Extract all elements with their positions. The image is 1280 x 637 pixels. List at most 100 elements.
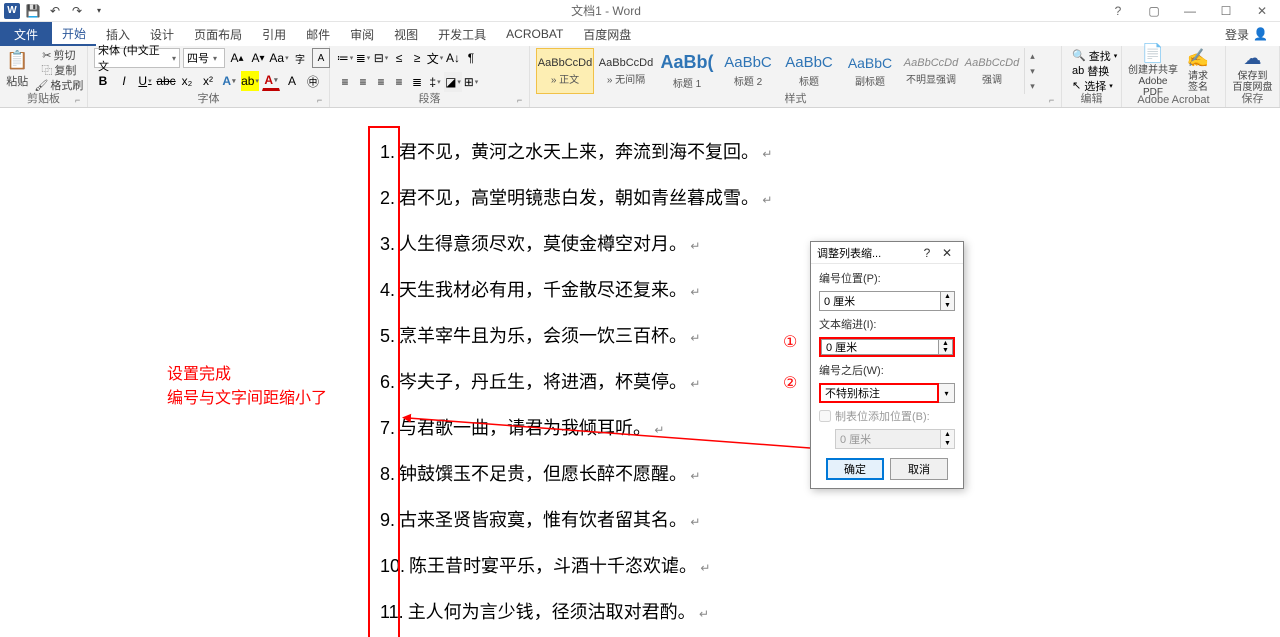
style-item[interactable]: AaBb(标题 1 xyxy=(658,48,716,94)
borders-button[interactable]: ⊞▾ xyxy=(462,72,480,92)
justify-button[interactable]: ≡ xyxy=(390,72,408,92)
number-position-input[interactable] xyxy=(819,291,941,311)
multilevel-list-button[interactable]: ⊟▾ xyxy=(372,48,390,68)
text-indent-input[interactable] xyxy=(821,339,939,355)
style-item[interactable]: AaBbC标题 2 xyxy=(719,48,777,94)
document-line[interactable]: 10.陈王昔时宴平乐，斗酒十千恣欢谑。 ↵ xyxy=(380,542,1010,588)
ribbon: 📋 粘贴 ✂剪切 ⿻复制 🖌格式刷 剪贴板 ⌐ 宋体 (中文正文▾ 四号▾ A▴… xyxy=(0,46,1280,108)
font-color-button[interactable]: A▾ xyxy=(262,71,280,91)
sort-button[interactable]: A↓ xyxy=(444,48,462,68)
cancel-button[interactable]: 取消 xyxy=(890,458,948,480)
document-area[interactable]: 1.君不见，黄河之水天上来，奔流到海不复回。 ↵2.君不见，高堂明镜悲白发，朝如… xyxy=(0,108,1280,637)
style-item[interactable]: AaBbC标题 xyxy=(780,48,838,94)
follow-number-input[interactable] xyxy=(819,383,939,403)
style-item[interactable]: AaBbCcDd强调 xyxy=(963,48,1021,94)
login-link[interactable]: 登录👤 xyxy=(1213,22,1280,46)
decrease-indent-button[interactable]: ≤ xyxy=(390,48,408,68)
cut-button[interactable]: ✂剪切 xyxy=(31,48,86,62)
italic-button[interactable]: I xyxy=(115,71,133,91)
save-icon[interactable]: 💾 xyxy=(24,2,42,20)
style-item[interactable]: AaBbCcDd» 无间隔 xyxy=(597,48,655,94)
dialog-close-icon[interactable]: ✕ xyxy=(937,246,957,260)
tab-home[interactable]: 开始 xyxy=(52,22,96,46)
font-size-combo[interactable]: 四号▾ xyxy=(183,48,225,68)
font-name-combo[interactable]: 宋体 (中文正文▾ xyxy=(94,48,180,68)
tab-layout[interactable]: 页面布局 xyxy=(184,22,252,46)
bold-button[interactable]: B xyxy=(94,71,112,91)
maximize-icon[interactable]: ☐ xyxy=(1212,1,1240,21)
asian-layout-button[interactable]: 文▾ xyxy=(426,48,444,68)
undo-icon[interactable]: ↶ xyxy=(46,2,64,20)
distribute-button[interactable]: ≣ xyxy=(408,72,426,92)
spin-down-icon[interactable]: ▼ xyxy=(941,301,954,310)
highlight-button[interactable]: ab▾ xyxy=(241,71,259,91)
tab-baidu[interactable]: 百度网盘 xyxy=(573,22,641,46)
char-shading-button[interactable]: A xyxy=(283,71,301,91)
text-indent-spinner[interactable]: ▲▼ xyxy=(819,337,955,357)
superscript-button[interactable]: x² xyxy=(199,71,217,91)
numbering-button[interactable]: ≣▾ xyxy=(354,48,372,68)
tab-acrobat[interactable]: ACROBAT xyxy=(496,22,573,46)
bullets-button[interactable]: ≔▾ xyxy=(336,48,354,68)
increase-indent-button[interactable]: ≥ xyxy=(408,48,426,68)
increase-font-button[interactable]: A▴ xyxy=(228,48,246,68)
paste-button[interactable]: 📋 粘贴 xyxy=(6,48,28,90)
close-icon[interactable]: ✕ xyxy=(1248,1,1276,21)
document-line[interactable]: 11.主人何为言少钱，径须沽取对君酌。 ↵ xyxy=(380,588,1010,634)
align-center-button[interactable]: ≡ xyxy=(354,72,372,92)
strikethrough-button[interactable]: abc xyxy=(157,71,175,91)
minimize-icon[interactable]: — xyxy=(1176,1,1204,21)
text-effects-button[interactable]: A▾ xyxy=(220,71,238,91)
decrease-font-button[interactable]: A▾ xyxy=(249,48,267,68)
paragraph-mark-icon: ↵ xyxy=(697,561,710,575)
tab-file[interactable]: 文件 xyxy=(0,22,52,46)
style-item[interactable]: AaBbCcDd不明显强调 xyxy=(902,48,960,94)
help-icon[interactable]: ? xyxy=(1104,1,1132,21)
phonetic-guide-button[interactable]: 字 xyxy=(291,48,309,68)
copy-button[interactable]: ⿻复制 xyxy=(31,63,86,77)
styles-more-button[interactable]: ▴▾▾ xyxy=(1024,48,1040,94)
align-right-button[interactable]: ≡ xyxy=(372,72,390,92)
dialog-launcher-icon[interactable]: ⌐ xyxy=(517,95,527,105)
tab-developer[interactable]: 开发工具 xyxy=(428,22,496,46)
dialog-launcher-icon[interactable]: ⌐ xyxy=(1049,95,1059,105)
request-sign-button[interactable]: ✍请求 签名 xyxy=(1181,48,1215,94)
spin-down-icon[interactable]: ▼ xyxy=(939,347,952,354)
tab-references[interactable]: 引用 xyxy=(252,22,296,46)
dialog-launcher-icon[interactable]: ⌐ xyxy=(317,95,327,105)
ok-button[interactable]: 确定 xyxy=(826,458,884,480)
find-button[interactable]: 🔍查找▾ xyxy=(1068,48,1121,63)
shading-button[interactable]: ◪▾ xyxy=(444,72,462,92)
enclose-char-button[interactable]: ㊥ xyxy=(304,71,322,91)
save-baidu-button[interactable]: ☁保存到 百度网盘 xyxy=(1232,48,1273,94)
create-pdf-button[interactable]: 📄创建并共享 Adobe PDF xyxy=(1128,48,1178,94)
tab-mail[interactable]: 邮件 xyxy=(296,22,340,46)
spin-up-icon[interactable]: ▲ xyxy=(939,340,952,347)
tab-position-checkbox[interactable]: 制表位添加位置(B): xyxy=(819,408,955,424)
chevron-down-icon[interactable]: ▾ xyxy=(939,383,955,403)
change-case-button[interactable]: Aa▾ xyxy=(270,48,288,68)
document-line[interactable]: 1.君不见，黄河之水天上来，奔流到海不复回。 ↵ xyxy=(380,128,1010,174)
align-left-button[interactable]: ≡ xyxy=(336,72,354,92)
qat-dropdown-icon[interactable]: ▾ xyxy=(90,2,108,20)
replace-button[interactable]: ab替换 xyxy=(1068,63,1113,78)
style-item[interactable]: AaBbC副标题 xyxy=(841,48,899,94)
subscript-button[interactable]: x₂ xyxy=(178,71,196,91)
redo-icon[interactable]: ↷ xyxy=(68,2,86,20)
spin-up-icon[interactable]: ▲ xyxy=(941,292,954,301)
dialog-launcher-icon[interactable]: ⌐ xyxy=(75,95,85,105)
char-border-button[interactable]: A xyxy=(312,48,330,68)
underline-button[interactable]: U▾ xyxy=(136,71,154,91)
tab-review[interactable]: 审阅 xyxy=(340,22,384,46)
number-position-spinner[interactable]: ▲▼ xyxy=(819,291,955,311)
follow-number-combo[interactable]: ▾ xyxy=(819,383,955,403)
line-spacing-button[interactable]: ‡▾ xyxy=(426,72,444,92)
document-line[interactable]: 9.古来圣贤皆寂寞，惟有饮者留其名。 ↵ xyxy=(380,496,1010,542)
ribbon-options-icon[interactable]: ▢ xyxy=(1140,1,1168,21)
dialog-help-icon[interactable]: ? xyxy=(917,246,937,260)
checkbox-input[interactable] xyxy=(819,410,831,422)
document-line[interactable]: 2.君不见，高堂明镜悲白发，朝如青丝暮成雪。 ↵ xyxy=(380,174,1010,220)
tab-view[interactable]: 视图 xyxy=(384,22,428,46)
style-item[interactable]: AaBbCcDd» 正文 xyxy=(536,48,594,94)
show-marks-button[interactable]: ¶ xyxy=(462,48,480,68)
